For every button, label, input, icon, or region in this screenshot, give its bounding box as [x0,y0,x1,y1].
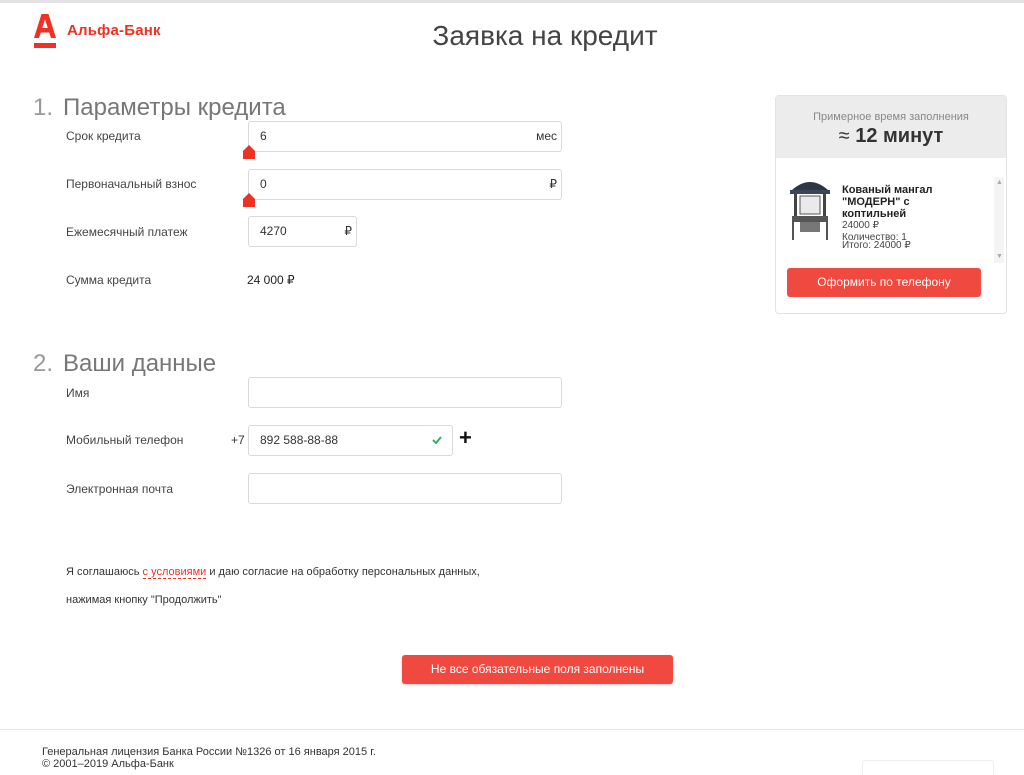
product-item: Кованый мангал "МОДЕРН" с коптильней 240… [786,176,991,258]
phone-label: Мобильный телефон [66,433,184,447]
footer-license: Генеральная лицензия Банка России №1326 … [42,746,376,758]
terms-link[interactable]: с условиями [142,566,207,579]
phone-value: 892 588-88-88 [260,433,339,447]
monthly-payment-value: 4270 [260,224,287,238]
down-payment-unit: ₽ [549,177,557,191]
section-credit-params-title: 1. Параметры кредита [33,94,286,122]
email-label: Электронная почта [66,482,174,496]
footer-widget [862,760,994,775]
section-number: 1. [33,94,54,121]
submit-button[interactable]: Не все обязательные поля заполнены [402,655,673,684]
check-icon [432,436,442,444]
monthly-payment-label: Ежемесячный платеж [66,225,188,239]
consent-before: Я соглашаюсь [66,566,143,578]
down-payment-slider-handle[interactable] [243,193,255,207]
approx-sign: ≈ [838,125,850,147]
monthly-payment-unit: ₽ [344,224,352,238]
order-by-phone-button[interactable]: Оформить по телефону [787,268,981,297]
scroll-down-icon[interactable]: ▼ [996,253,1003,260]
section-title-text: Параметры кредита [63,94,286,121]
section-personal-data-title: 2. Ваши данные [33,350,216,378]
footer-copyright: © 2001–2019 Альфа-Банк [42,758,174,770]
fill-time-caption: Примерное время заполнения [813,111,969,123]
footer-divider [0,729,1024,730]
page-title: Заявка на кредит [432,20,658,51]
name-label: Имя [66,386,90,400]
monthly-payment-input[interactable]: 4270 ₽ [248,216,357,247]
section-title-text: Ваши данные [63,350,217,377]
product-list-scrollbar[interactable]: ▲ ▼ [994,177,1004,263]
fill-time-value: ≈ 12 минут [776,125,1006,148]
consent-text: Я соглашаюсь с условиями и даю согласие … [66,566,480,579]
product-name: Кованый мангал "МОДЕРН" с коптильней [842,184,933,220]
term-value: 6 [260,129,267,143]
credit-sum-value: 24 000 ₽ [247,273,295,287]
email-input[interactable] [248,473,562,504]
grill-product-image [790,182,830,240]
down-payment-input[interactable]: 0 ₽ [248,169,562,200]
scroll-up-icon[interactable]: ▲ [996,179,1003,186]
phone-country-prefix: +7 [231,433,245,447]
fill-time-minutes: 12 минут [855,125,944,147]
add-phone-plus-icon[interactable]: + [459,427,472,449]
down-payment-label: Первоначальный взнос [66,177,197,191]
credit-sum-label: Сумма кредита [66,273,152,287]
term-label: Срок кредита [66,129,141,143]
product-price: 24000 ₽ [842,220,879,231]
fill-time-header: Примерное время заполнения ≈ 12 минут [776,96,1006,158]
top-border [0,0,1024,3]
down-payment-value: 0 [260,177,267,191]
product-total: Итого: 24000 ₽ [842,240,911,251]
consent-after: и даю согласие на обработку персональных… [206,566,480,578]
name-input[interactable] [248,377,562,408]
term-input[interactable]: 6 мес [248,121,562,152]
phone-input[interactable]: 892 588-88-88 [248,425,453,456]
consent-text-line2: нажимая кнопку "Продолжить" [66,594,222,606]
section-number: 2. [33,350,54,377]
term-slider-handle[interactable] [243,145,255,159]
term-unit: мес [536,129,557,143]
side-summary-card: Примерное время заполнения ≈ 12 минут Ко… [775,95,1007,314]
